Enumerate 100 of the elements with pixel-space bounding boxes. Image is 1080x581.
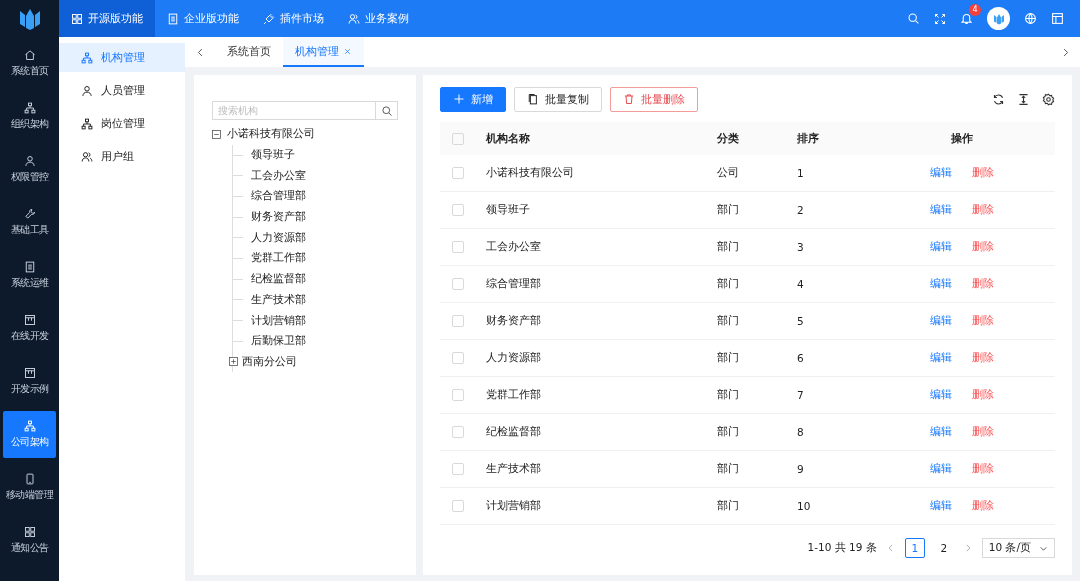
row-checkbox[interactable] — [452, 167, 464, 179]
tree-node[interactable]: 领导班子 — [251, 148, 295, 163]
row-checkbox[interactable] — [452, 500, 464, 512]
rail-item[interactable]: 基础工具 — [3, 199, 56, 246]
page-size-select[interactable]: 10 条/页 — [981, 538, 1055, 558]
menu-item[interactable]: 岗位管理 — [59, 109, 185, 138]
edit-link[interactable]: 编辑 — [930, 388, 952, 400]
tree-node[interactable]: 综合管理部 — [251, 189, 306, 204]
row-checkbox[interactable] — [452, 352, 464, 364]
column-header: 操作 — [869, 122, 1055, 155]
rail-label: 系统运维 — [10, 276, 49, 290]
document-icon — [167, 12, 179, 25]
row-checkbox[interactable] — [452, 426, 464, 438]
rail-item[interactable]: 在线开发 — [3, 305, 56, 352]
toolbar-button[interactable]: 批量删除 — [610, 86, 698, 112]
users-icon — [81, 150, 93, 163]
tree-node[interactable]: 后勤保卫部 — [251, 334, 306, 349]
tree-node[interactable]: 计划营销部 — [251, 313, 306, 328]
edit-link[interactable]: 编辑 — [930, 277, 952, 289]
page-number[interactable]: 2 — [933, 538, 954, 558]
row-checkbox[interactable] — [452, 315, 464, 327]
rail-item[interactable]: 开发示例 — [3, 358, 56, 405]
avatar[interactable] — [987, 7, 1010, 30]
table-cell: 部门 — [709, 191, 789, 229]
row-checkbox[interactable] — [452, 204, 464, 216]
rail-item[interactable]: 公司架构 — [3, 411, 56, 458]
delete-link[interactable]: 删除 — [972, 277, 994, 289]
plug-icon — [263, 12, 275, 25]
bell-icon — [960, 12, 973, 25]
row-checkbox[interactable] — [452, 278, 464, 290]
edit-link[interactable]: 编辑 — [930, 462, 952, 474]
tree-node[interactable]: 纪检监督部 — [251, 272, 306, 287]
select-all-checkbox[interactable] — [452, 132, 464, 145]
rail-item[interactable]: 通知公告 — [3, 517, 56, 564]
table-cell: 部门 — [709, 413, 789, 451]
delete-link[interactable]: 删除 — [972, 166, 994, 178]
table-cell: 部门 — [709, 376, 789, 414]
rail-label: 在线开发 — [10, 329, 49, 343]
tree-node[interactable]: 财务资产部 — [251, 210, 306, 225]
top-nav-tab[interactable]: 插件市场 — [251, 0, 336, 37]
delete-link[interactable]: 删除 — [972, 388, 994, 400]
user-icon — [23, 155, 36, 167]
collapse-icon[interactable] — [212, 129, 221, 139]
fullscreen-icon — [934, 12, 946, 25]
rail-item[interactable]: 系统首页 — [3, 40, 56, 87]
edit-link[interactable]: 编辑 — [930, 203, 952, 215]
table-cell: 部门 — [709, 450, 789, 488]
page-tab[interactable]: 机构管理 — [283, 37, 364, 67]
menu-item[interactable]: 机构管理 — [59, 43, 185, 72]
close-icon[interactable] — [343, 46, 352, 56]
delete-link[interactable]: 删除 — [972, 462, 994, 474]
expand-icon[interactable] — [229, 357, 238, 367]
toolbar-button[interactable]: 批量复制 — [514, 86, 602, 112]
delete-link[interactable]: 删除 — [972, 203, 994, 215]
table-cell: 公司 — [709, 155, 789, 192]
delete-link[interactable]: 删除 — [972, 499, 994, 511]
page-tab[interactable]: 系统首页 — [215, 37, 283, 67]
toolbar-button[interactable]: 新增 — [440, 86, 506, 112]
tree-node[interactable]: 人力资源部 — [251, 230, 306, 245]
row-checkbox[interactable] — [452, 463, 464, 475]
row-checkbox[interactable] — [452, 241, 464, 253]
rail-item[interactable]: 权限管控 — [3, 146, 56, 193]
settings-icon — [1042, 92, 1055, 106]
tree-node[interactable]: 小诺科技有限公司 — [227, 127, 315, 142]
edit-link[interactable]: 编辑 — [930, 499, 952, 511]
row-checkbox[interactable] — [452, 389, 464, 401]
top-nav-tab[interactable]: 企业版功能 — [155, 0, 251, 37]
top-nav-tab[interactable]: 业务案例 — [336, 0, 421, 37]
window-icon — [23, 367, 36, 379]
notification-badge: 4 — [969, 4, 981, 16]
table-cell: 6 — [789, 339, 869, 377]
tree-node[interactable]: 党群工作部 — [251, 251, 306, 266]
edit-link[interactable]: 编辑 — [930, 166, 952, 178]
tree-node[interactable]: 生产技术部 — [251, 292, 306, 307]
delete-link[interactable]: 删除 — [972, 240, 994, 252]
top-nav-tab[interactable]: 开源版功能 — [59, 0, 155, 37]
delete-link[interactable]: 删除 — [972, 351, 994, 363]
rail-item[interactable]: 移动端管理 — [3, 464, 56, 511]
edit-link[interactable]: 编辑 — [930, 314, 952, 326]
phone-icon — [23, 473, 36, 485]
table-cell: 7 — [789, 376, 869, 414]
rail-item[interactable]: 组织架构 — [3, 93, 56, 140]
edit-link[interactable]: 编辑 — [930, 425, 952, 437]
table-cell: 10 — [789, 487, 869, 525]
menu-item[interactable]: 人员管理 — [59, 76, 185, 105]
delete-link[interactable]: 删除 — [972, 314, 994, 326]
search-field[interactable]: 搜索机构 — [212, 101, 376, 120]
table-cell: 纪检监督部 — [478, 413, 709, 451]
table-cell: 4 — [789, 265, 869, 303]
search-icon — [907, 12, 920, 25]
edit-link[interactable]: 编辑 — [930, 351, 952, 363]
menu-item[interactable]: 用户组 — [59, 142, 185, 171]
rail-label: 移动端管理 — [5, 488, 54, 502]
rail-item[interactable]: 系统运维 — [3, 252, 56, 299]
tree-node[interactable]: 西南分公司 — [242, 354, 297, 369]
tree-node[interactable]: 工会办公室 — [251, 168, 306, 183]
delete-link[interactable]: 删除 — [972, 425, 994, 437]
page-number[interactable]: 1 — [904, 538, 925, 558]
edit-link[interactable]: 编辑 — [930, 240, 952, 252]
table-cell: 1 — [789, 155, 869, 192]
